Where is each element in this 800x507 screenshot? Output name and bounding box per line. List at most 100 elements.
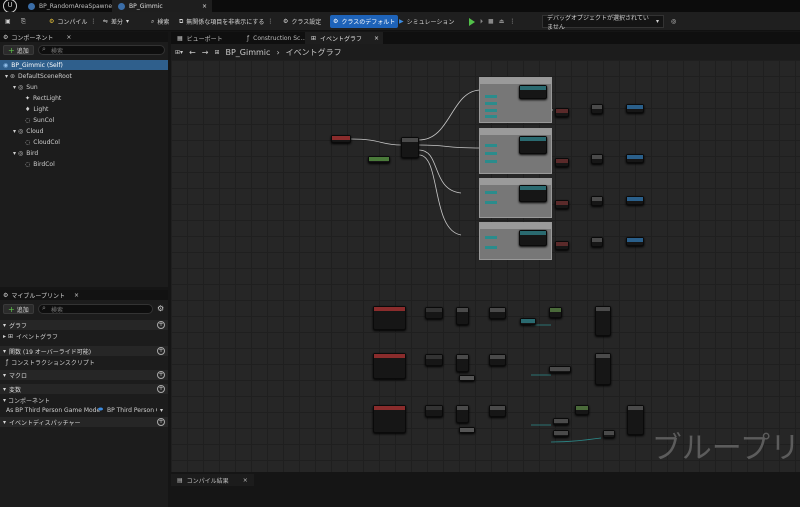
step-icon[interactable]: ⏵ bbox=[480, 18, 483, 26]
chevron-down-icon[interactable]: ▾ bbox=[13, 84, 16, 91]
more-icon[interactable]: ⋮ bbox=[267, 18, 273, 25]
graph-node[interactable] bbox=[459, 427, 475, 433]
tab-viewport[interactable]: ▦ ビューポート bbox=[171, 32, 229, 44]
tab-construction-script[interactable]: ƒ Construction Sc... bbox=[241, 32, 312, 44]
graph-node[interactable] bbox=[553, 418, 569, 425]
graph-node[interactable] bbox=[555, 158, 569, 167]
graph-node[interactable] bbox=[459, 375, 475, 381]
chevron-down-icon[interactable]: ▾ bbox=[3, 397, 6, 404]
graph-node[interactable] bbox=[520, 318, 536, 325]
event-node[interactable] bbox=[331, 135, 351, 143]
graph-node[interactable] bbox=[595, 306, 611, 336]
graph-node[interactable] bbox=[425, 354, 443, 366]
find-button[interactable]: ⌕ 検索 bbox=[148, 15, 172, 28]
graph-node[interactable] bbox=[456, 405, 469, 423]
sequence-node[interactable] bbox=[401, 137, 419, 158]
tree-item-bird-col[interactable]: ◌ BirdCol bbox=[0, 159, 168, 169]
class-settings-button[interactable]: ⚙ クラス設定 bbox=[280, 15, 324, 28]
add-function-icon[interactable]: + bbox=[157, 347, 165, 355]
graph-node[interactable] bbox=[489, 307, 506, 319]
add-component-button[interactable]: + 追加 bbox=[3, 45, 34, 55]
graph-node[interactable] bbox=[555, 241, 569, 250]
section-graphs[interactable]: ▾ グラフ + bbox=[0, 320, 168, 330]
graph-node[interactable] bbox=[595, 353, 611, 385]
add-variable-icon[interactable]: + bbox=[157, 385, 165, 393]
section-macros[interactable]: ▾ マクロ + bbox=[0, 370, 168, 380]
section-functions[interactable]: ▾ 関数 (19 オーバーライド可能) + bbox=[0, 346, 168, 356]
debug-target-icon[interactable]: ◎ bbox=[668, 15, 679, 28]
graph-node[interactable] bbox=[489, 354, 506, 366]
event-node[interactable] bbox=[373, 405, 406, 433]
graph-node[interactable] bbox=[626, 154, 644, 163]
back-arrow-icon[interactable]: ← bbox=[189, 48, 196, 57]
graph-node[interactable] bbox=[591, 154, 603, 164]
graph-node[interactable] bbox=[555, 200, 569, 209]
breadcrumb-root[interactable]: BP_Gimmic bbox=[225, 48, 270, 57]
tree-item-rect-light[interactable]: ✦ RectLight bbox=[0, 93, 168, 103]
doc-tab-bp-gimmic[interactable]: BP_Gimmic × bbox=[112, 0, 212, 12]
tree-item-self[interactable]: ◉ BP_Gimmic (Self) bbox=[0, 60, 168, 70]
more-icon[interactable]: ⋮ bbox=[90, 18, 96, 25]
graph-node[interactable] bbox=[519, 85, 547, 99]
tree-item-cloud[interactable]: ▾ ◎ Cloud bbox=[0, 126, 168, 136]
tree-item-light[interactable]: ♦ Light bbox=[0, 104, 168, 114]
compile-button[interactable]: ⚙ コンパイル ⋮ bbox=[46, 15, 99, 28]
variable-item[interactable]: As BP Third Person Game Mode ⬬ BP Third … bbox=[0, 405, 168, 415]
construction-script-item[interactable]: ƒ コンストラクションスクリプト bbox=[0, 357, 168, 367]
chevron-down-icon[interactable]: ▾ bbox=[5, 73, 8, 80]
graph-node[interactable] bbox=[489, 405, 506, 417]
graph-node[interactable] bbox=[626, 196, 644, 205]
stop-icon[interactable]: ■ bbox=[488, 18, 494, 25]
graph-node[interactable] bbox=[591, 104, 603, 114]
close-icon[interactable]: × bbox=[202, 3, 207, 10]
components-category[interactable]: ▾ コンポーネント bbox=[0, 395, 168, 405]
event-node[interactable] bbox=[373, 353, 406, 379]
graph-node[interactable] bbox=[549, 366, 571, 373]
hide-unrelated-button[interactable]: ⧉ 無関係な項目を非表示にする ⋮ bbox=[176, 15, 276, 28]
gear-icon[interactable]: ⚙ bbox=[157, 304, 164, 313]
components-search-input[interactable]: 検索 bbox=[38, 45, 165, 55]
close-icon[interactable]: × bbox=[243, 477, 248, 484]
simulation-button[interactable]: ▶ シミュレーション bbox=[396, 15, 457, 28]
graph-node[interactable] bbox=[456, 354, 469, 372]
chevron-down-icon[interactable]: ▾ bbox=[13, 150, 16, 157]
graph-node[interactable] bbox=[591, 237, 603, 247]
graph-node[interactable] bbox=[519, 185, 547, 202]
tree-item-default-scene-root[interactable]: ▾ ⊛ DefaultSceneRoot bbox=[0, 71, 168, 81]
doc-tab-random-area-spawner[interactable]: BP_RandomAreaSpawner bbox=[22, 0, 121, 12]
event-graph-item[interactable]: ▸ ⊞ イベントグラフ bbox=[0, 331, 168, 341]
graph-node[interactable] bbox=[425, 307, 443, 319]
graph-node[interactable] bbox=[553, 430, 569, 437]
add-macro-icon[interactable]: + bbox=[157, 371, 165, 379]
eject-icon[interactable]: ⏏ bbox=[499, 18, 505, 25]
close-icon[interactable]: × bbox=[66, 34, 71, 41]
close-icon[interactable]: × bbox=[374, 35, 379, 42]
section-event-dispatchers[interactable]: ▾ イベントディスパッチャー + bbox=[0, 417, 168, 427]
graph-node[interactable] bbox=[368, 156, 390, 163]
graph-node[interactable] bbox=[555, 108, 569, 117]
graph-menu-icon[interactable]: ⊞▾ bbox=[175, 49, 183, 56]
chevron-down-icon[interactable]: ▾ bbox=[13, 128, 16, 135]
graph-node[interactable] bbox=[627, 405, 644, 435]
graph-node[interactable] bbox=[519, 136, 547, 154]
more-icon[interactable]: ⋮ bbox=[509, 18, 515, 25]
graph-node[interactable] bbox=[549, 307, 562, 318]
graph-node[interactable] bbox=[626, 104, 644, 113]
graph-node[interactable] bbox=[425, 405, 443, 417]
event-node[interactable] bbox=[373, 306, 406, 330]
close-icon[interactable]: × bbox=[74, 292, 79, 299]
graph-node[interactable] bbox=[591, 196, 603, 206]
graph-node[interactable] bbox=[626, 237, 644, 246]
compiler-results-tab[interactable]: ▤ コンパイル結果 × bbox=[171, 474, 254, 486]
graph-node[interactable] bbox=[603, 430, 615, 438]
class-defaults-button[interactable]: ⚙ クラスのデフォルト bbox=[330, 15, 399, 28]
tree-item-sun[interactable]: ▾ ◎ Sun bbox=[0, 82, 168, 92]
tree-item-cloud-col[interactable]: ◌ CloudCol bbox=[0, 137, 168, 147]
diff-button[interactable]: ⇋ 差分 ▾ bbox=[100, 15, 132, 28]
event-graph-canvas[interactable]: ブループリ bbox=[171, 60, 800, 472]
browse-icon[interactable]: ⎘ bbox=[18, 15, 29, 28]
forward-arrow-icon[interactable]: → bbox=[202, 48, 209, 57]
graph-node[interactable] bbox=[456, 307, 469, 325]
chevron-right-icon[interactable]: ▸ bbox=[3, 333, 6, 340]
save-icon[interactable]: ▣ bbox=[2, 15, 14, 28]
